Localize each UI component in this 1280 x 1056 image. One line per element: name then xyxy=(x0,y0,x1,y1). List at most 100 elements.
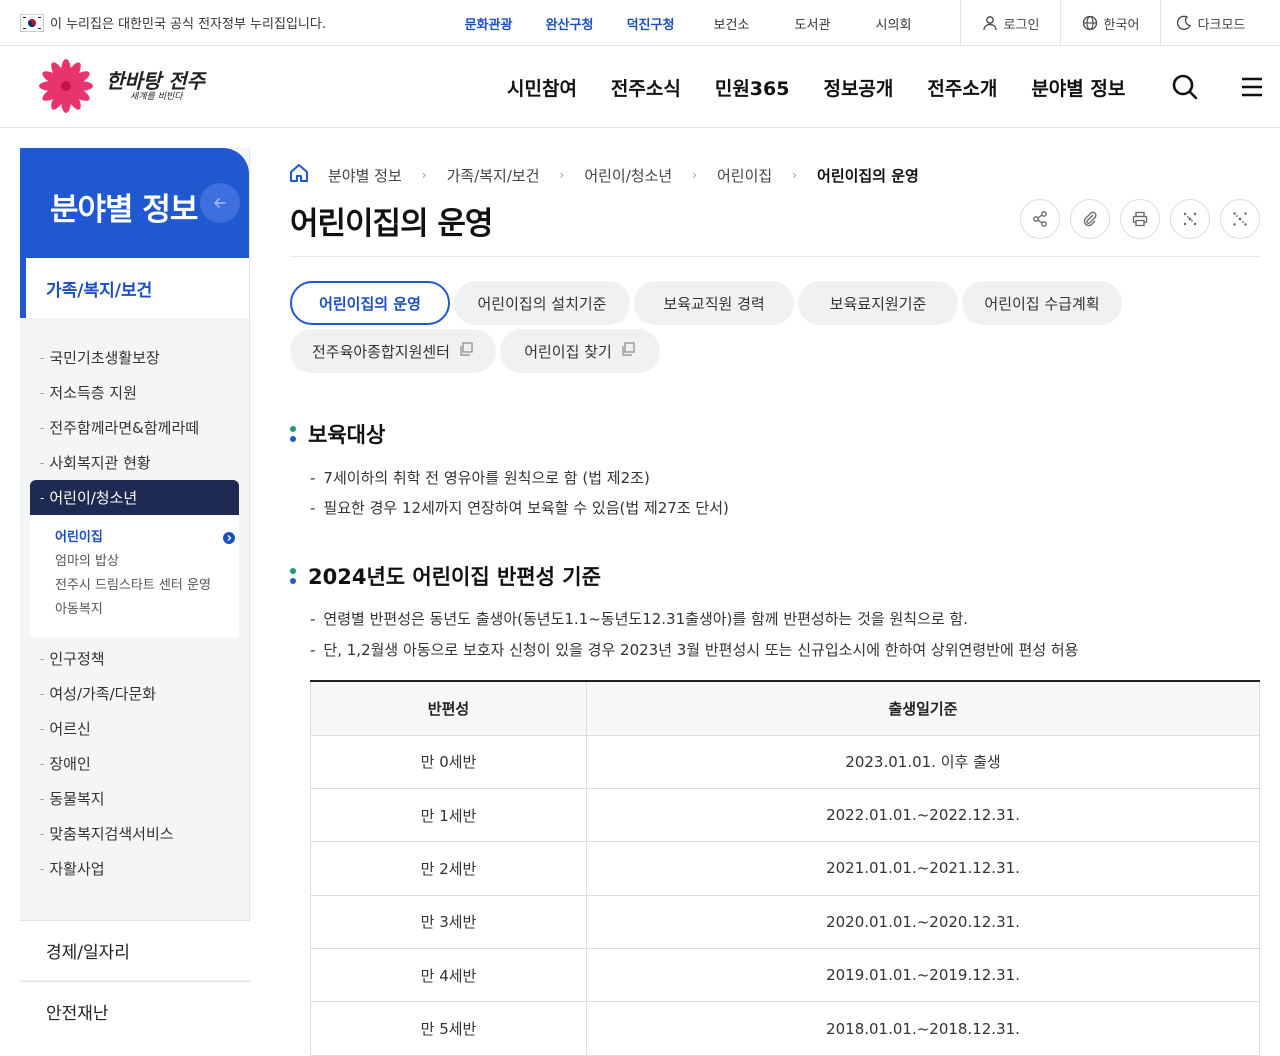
sidebar-back-button[interactable] xyxy=(200,183,240,223)
sidebar-subitem[interactable]: 아동복지 xyxy=(55,601,229,618)
site-links: 문화관광 완산구청 덕진구청 보건소 도서관 시의회 xyxy=(448,0,934,46)
sidebar-category[interactable]: 가족/복지/보건 xyxy=(20,258,249,318)
dash-icon: - xyxy=(40,686,45,701)
sidebar-item-label: 자활사업 xyxy=(49,860,105,878)
share-button[interactable] xyxy=(1020,199,1060,239)
tab-label: 어린이집 수급계획 xyxy=(984,294,1100,313)
sidebar-item[interactable]: - 맞춤복지검색서비스 xyxy=(30,816,239,851)
login-button[interactable]: 로그인 xyxy=(960,0,1060,46)
site-link[interactable]: 도서관 xyxy=(772,14,853,33)
sidebar: 분야별 정보 가족/복지/보건 - 국민기초생활보장 - 저소득층 지원 - 전주함께라면… xyxy=(20,148,250,1041)
gnb-item[interactable]: 전주소식 xyxy=(611,74,681,101)
table-cell: 2019.01.01.~2019.12.31. xyxy=(586,948,1260,1003)
sidebar-item-economy[interactable]: 경제/일자리 xyxy=(20,920,250,980)
tab-item[interactable]: 보육료지원기준 xyxy=(798,281,958,325)
page-tools xyxy=(1020,199,1260,239)
logo-text: 한바탕 전주 세계를 비빈다 xyxy=(106,71,205,102)
site-link[interactable]: 문화관광 xyxy=(448,14,529,33)
section-text-content: 단, 1,2월생 아동으로 보호자 신청이 있을 경우 2023년 3월 반편성… xyxy=(323,641,1079,659)
table-cell: 2020.01.01.~2020.12.31. xyxy=(586,895,1260,950)
header-icons xyxy=(1170,72,1266,102)
sidebar-subitem[interactable]: 어린이집 xyxy=(55,529,235,546)
section-text: -7세이하의 취학 전 영유아를 원칙으로 함 (법 제2조) xyxy=(310,469,650,487)
dash-icon: - xyxy=(40,651,45,666)
sidebar-item[interactable]: - 전주함께라면&함께라떼 xyxy=(30,410,239,445)
sidebar-subitem-label: 전주시 드림스타트 센터 운영 xyxy=(55,578,211,593)
sidebar-item[interactable]: - 어르신 xyxy=(30,711,239,746)
gnb-item[interactable]: 분야별 정보 xyxy=(1031,74,1125,101)
language-button[interactable]: 한국어 xyxy=(1060,0,1160,46)
gnb-item[interactable]: 전주소개 xyxy=(927,74,997,101)
section-title: 2024년도 어린이집 반편성 기준 xyxy=(308,565,601,589)
dash-icon: - xyxy=(40,385,45,400)
table-cell: 만 5세반 xyxy=(310,1001,587,1056)
site-link[interactable]: 완산구청 xyxy=(529,14,610,33)
table-cell: 2022.01.01.~2022.12.31. xyxy=(586,788,1260,843)
attachment-button[interactable] xyxy=(1070,199,1110,239)
gnb-item[interactable]: 정보공개 xyxy=(823,74,893,101)
sidebar-subitem[interactable]: 전주시 드림스타트 센터 운영 xyxy=(55,577,229,594)
tab-item[interactable]: 어린이집의 설치기준 xyxy=(454,281,630,325)
darkmode-button[interactable]: 다크모드 xyxy=(1160,0,1260,46)
gov-notice: 이 누리집은 대한민국 공식 전자정부 누리집입니다. xyxy=(20,13,326,32)
sidebar-item[interactable]: - 어린이/청소년 xyxy=(30,480,239,515)
dash-icon: - xyxy=(40,455,45,470)
sidebar-item[interactable]: - 여성/가족/다문화 xyxy=(30,676,239,711)
section-title: 보육대상 xyxy=(308,423,386,447)
tab-item[interactable]: 어린이집 찾기 xyxy=(500,329,660,373)
zoom-in-button[interactable] xyxy=(1220,199,1260,239)
chevron-right-icon xyxy=(223,531,235,544)
sidebar-header: 분야별 정보 xyxy=(20,148,249,258)
sidebar-item[interactable]: - 동물복지 xyxy=(30,781,239,816)
new-window-icon xyxy=(620,341,636,361)
table-cell: 2018.01.01.~2018.12.31. xyxy=(586,1001,1260,1056)
section-text: - 연령별 반편성은 동년도 출생아(동년도1.1~동년도12.31출생아)를 함… xyxy=(310,610,969,628)
logo-sub-text: 세계를 비빈다 xyxy=(130,91,183,102)
sidebar-item-label: 장애인 xyxy=(49,755,91,773)
chevron-right-icon: › xyxy=(692,168,697,182)
breadcrumb-item[interactable]: 분야별 정보 xyxy=(328,165,402,186)
search-icon[interactable] xyxy=(1170,72,1200,102)
site-logo[interactable]: 한바탕 전주 세계를 비빈다 xyxy=(30,58,205,114)
tab-item[interactable]: 전주육아종합지원센터 xyxy=(290,329,496,373)
table-cell: 만 2세반 xyxy=(310,841,587,896)
sidebar-item[interactable]: - 장애인 xyxy=(30,746,239,781)
chevron-right-icon: › xyxy=(792,168,798,182)
sidebar-subitem[interactable]: 엄마의 밥상 xyxy=(55,553,229,570)
language-label: 한국어 xyxy=(1103,17,1140,33)
breadcrumb-item[interactable]: 어린이집의 운영 xyxy=(817,165,919,186)
dash-icon: - xyxy=(40,721,45,736)
sidebar-item-safety[interactable]: 안전재난 xyxy=(20,981,250,1041)
sidebar-item[interactable]: - 사회복지관 현황 xyxy=(30,445,239,480)
tab-label: 어린이집의 설치기준 xyxy=(477,294,607,313)
table-cell: 만 0세반 xyxy=(310,735,587,789)
table-row: 만 0세반 2023.01.01. 이후 출생 xyxy=(310,735,1260,789)
sidebar-item-label: 여성/가족/다문화 xyxy=(49,685,157,703)
sidebar-item[interactable]: - 국민기초생활보장 xyxy=(30,340,239,375)
tab-label: 어린이집 찾기 xyxy=(524,342,612,361)
breadcrumb-item[interactable]: 어린이/청소년 xyxy=(584,165,672,186)
site-link[interactable]: 시의회 xyxy=(853,14,934,33)
site-link[interactable]: 덕진구청 xyxy=(610,14,691,33)
gnb-item[interactable]: 민원365 xyxy=(715,74,790,101)
arrow-left-icon xyxy=(213,198,226,208)
tab-item[interactable]: 어린이집의 운영 xyxy=(290,281,450,325)
sidebar-item-label: 어르신 xyxy=(49,720,91,738)
dash-icon: - xyxy=(40,420,45,435)
tab-item[interactable]: 보육교직원 경력 xyxy=(634,281,794,325)
zoom-out-button[interactable] xyxy=(1170,199,1210,239)
new-window-icon xyxy=(458,341,474,361)
sidebar-item[interactable]: - 인구정책 xyxy=(30,641,239,676)
dash-icon: - xyxy=(40,756,45,771)
sidebar-item[interactable]: - 자활사업 xyxy=(30,851,239,886)
menu-icon[interactable] xyxy=(1238,72,1266,102)
print-button[interactable] xyxy=(1120,199,1160,239)
sidebar-item[interactable]: - 저소득층 지원 xyxy=(30,375,239,410)
gnb-item[interactable]: 시민참여 xyxy=(507,74,577,101)
site-link[interactable]: 보건소 xyxy=(691,14,772,33)
breadcrumb-item[interactable]: 어린이집 xyxy=(717,165,772,186)
breadcrumb-item[interactable]: 가족/복지/보건 xyxy=(447,165,540,186)
home-icon[interactable] xyxy=(288,162,310,188)
table-cell: 만 3세반 xyxy=(310,895,587,950)
tab-item[interactable]: 어린이집 수급계획 xyxy=(962,281,1122,325)
